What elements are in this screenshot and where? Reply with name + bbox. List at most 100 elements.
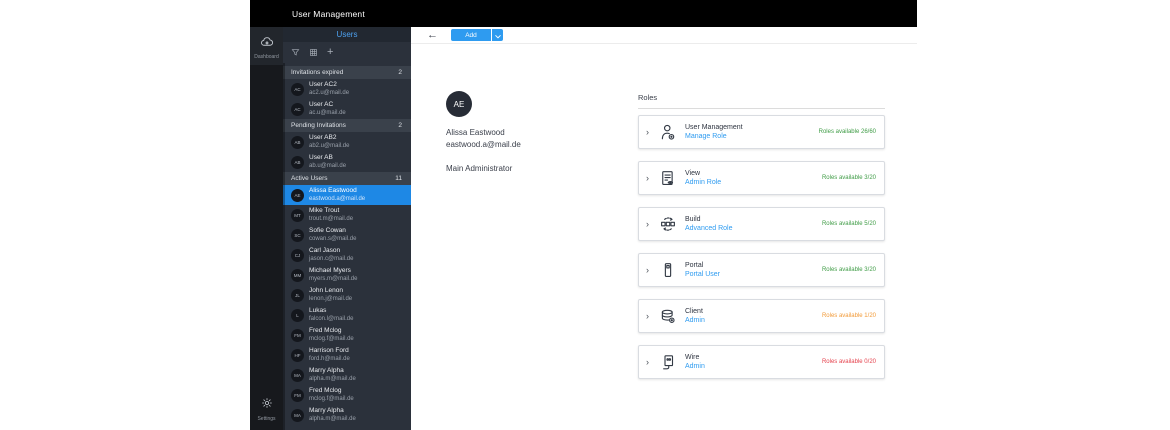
user-name: User AB: [309, 154, 333, 162]
user-email: mclog.f@mail.de: [309, 395, 354, 402]
user-email: falcon.l@mail.de: [309, 315, 354, 322]
user-text: Marry Alpha alpha.m@mail.de: [309, 407, 356, 423]
top-bar: User Management: [250, 0, 917, 27]
filter-icon[interactable]: [291, 44, 300, 62]
rail-item-dashboard[interactable]: Dashboard: [250, 27, 283, 65]
add-user-icon[interactable]: +: [327, 47, 333, 58]
role-card-text: User Management Manage Role: [680, 124, 819, 140]
app-window: User Management Dashboard Settings Users…: [250, 0, 917, 430]
role-title: Wire: [685, 354, 700, 361]
roles-available-status: Roles available 26/60: [818, 129, 876, 135]
section-label: Active Users: [291, 175, 328, 182]
role-card[interactable]: › Portal Portal User Roles available 3/20: [638, 253, 885, 287]
role-link[interactable]: Manage Role: [685, 133, 819, 140]
user-email: ab.u@mail.de: [309, 162, 347, 169]
list-item-user[interactable]: CJ Carl Jason jason.c@mail.de: [283, 245, 411, 265]
list-item-user[interactable]: L Lukas falcon.l@mail.de: [283, 305, 411, 325]
user-section-header[interactable]: Invitations expired 2: [283, 66, 411, 79]
user-section-header[interactable]: Active Users 11: [283, 172, 411, 185]
user-text: Carl Jason jason.c@mail.de: [309, 247, 353, 263]
user-name: User AB2: [309, 134, 337, 142]
user-text: Harrison Ford ford.h@mail.de: [309, 347, 350, 363]
sidebar-title-label: Users: [336, 30, 358, 39]
section-count: 2: [398, 69, 402, 76]
role-card[interactable]: › Build Advanced Role Roles available 5/20: [638, 207, 885, 241]
avatar: CJ: [291, 248, 304, 262]
avatar: MT: [291, 208, 304, 222]
list-item-user[interactable]: HF Harrison Ford ford.h@mail.de: [283, 345, 411, 365]
list-item-user[interactable]: AC User AC2 ac2.u@mail.de: [283, 79, 411, 99]
role-link[interactable]: Admin Role: [685, 179, 822, 186]
role-card-text: Client Admin: [680, 308, 822, 324]
list-item-user[interactable]: AB User AB ab.u@mail.de: [283, 152, 411, 172]
chevron-down-icon: [494, 26, 501, 44]
chevron-right-icon[interactable]: ›: [639, 219, 656, 229]
avatar: AB: [291, 135, 304, 149]
role-card[interactable]: › User Management Manage Role Roles availab…: [638, 115, 885, 149]
rail-item-label: Settings: [257, 416, 276, 422]
avatar: MA: [291, 408, 304, 422]
list-item-user[interactable]: SC Sofie Cowan cowan.s@mail.de: [283, 225, 411, 245]
user-name: John Lenon: [309, 287, 343, 295]
user-list: Invitations expired 2 AC User AC2 ac2.u@mail…: [283, 63, 411, 430]
chevron-right-icon[interactable]: ›: [639, 265, 656, 275]
list-item-user[interactable]: AC User AC ac.u@mail.de: [283, 99, 411, 119]
chevron-right-icon[interactable]: ›: [639, 173, 656, 183]
main-panel: ← Add AE Alissa Eastwood eastwood.a@mail…: [411, 27, 917, 430]
user-email: ab2.u@mail.de: [309, 142, 350, 149]
avatar: AC: [291, 102, 304, 116]
list-item-user[interactable]: FM Fred Mclog mclog.f@mail.de: [283, 325, 411, 345]
role-link[interactable]: Admin: [685, 317, 822, 324]
user-email: alpha.m@mail.de: [309, 415, 356, 422]
user-name: Lukas: [309, 307, 327, 315]
chevron-right-icon[interactable]: ›: [639, 311, 656, 321]
section-count: 2: [398, 122, 402, 129]
user-email: ford.h@mail.de: [309, 355, 350, 362]
chevron-right-icon[interactable]: ›: [639, 127, 656, 137]
portal-icon: [656, 261, 680, 279]
user-name: Marry Alpha: [309, 367, 344, 375]
role-card[interactable]: › View Admin Role Roles available 3/20: [638, 161, 885, 195]
list-item-user[interactable]: MM Michael Myers myers.m@mail.de: [283, 265, 411, 285]
rail-item-settings[interactable]: Settings: [250, 389, 283, 430]
role-link[interactable]: Admin: [685, 363, 822, 370]
list-item-user[interactable]: MT Mike Trout trout.m@mail.de: [283, 205, 411, 225]
list-item-user[interactable]: AB User AB2 ab2.u@mail.de: [283, 132, 411, 152]
user-text: Michael Myers myers.m@mail.de: [309, 267, 357, 283]
user-name: Fred Mclog: [309, 327, 342, 335]
add-dropdown-button[interactable]: [492, 29, 503, 41]
user-text: Fred Mclog mclog.f@mail.de: [309, 327, 354, 343]
user-email: cowan.s@mail.de: [309, 235, 357, 242]
list-item-user[interactable]: FM Fred Mclog mclog.f@mail.de: [283, 385, 411, 405]
user-text: Mike Trout trout.m@mail.de: [309, 207, 353, 223]
avatar: FM: [291, 388, 304, 402]
back-arrow-icon[interactable]: ←: [427, 29, 438, 41]
main-toolbar: ← Add: [411, 27, 917, 44]
profile-name: Alissa Eastwood: [446, 128, 505, 137]
role-card[interactable]: › Client Admin Roles available 1/20: [638, 299, 885, 333]
list-item-user[interactable]: JL John Lenon lenon.j@mail.de: [283, 285, 411, 305]
view-icon: [656, 169, 680, 187]
chevron-right-icon[interactable]: ›: [639, 357, 656, 367]
grid-view-icon[interactable]: [309, 44, 318, 62]
role-card-text: Wire Admin: [680, 354, 822, 370]
list-item-user[interactable]: AE Alissa Eastwood eastwood.a@mail.de: [283, 185, 411, 205]
user-name: User AC2: [309, 81, 337, 89]
role-link[interactable]: Portal User: [685, 271, 822, 278]
list-item-user[interactable]: MA Marry Alpha alpha.m@mail.de: [283, 365, 411, 385]
role-card[interactable]: › Wire Admin Roles available 0/20: [638, 345, 885, 379]
add-button[interactable]: Add: [451, 29, 491, 41]
left-rail: Dashboard Settings: [250, 27, 283, 430]
user-section-header[interactable]: Pending Invitations 2: [283, 119, 411, 132]
user-email: eastwood.a@mail.de: [309, 195, 366, 202]
user-email: ac.u@mail.de: [309, 109, 346, 116]
user-name: Fred Mclog: [309, 387, 342, 395]
list-item-user[interactable]: MA Marry Alpha alpha.m@mail.de: [283, 405, 411, 425]
user-name: Harrison Ford: [309, 347, 349, 355]
user-text: User AC ac.u@mail.de: [309, 101, 346, 117]
role-link[interactable]: Advanced Role: [685, 225, 822, 232]
user-text: User AC2 ac2.u@mail.de: [309, 81, 349, 97]
roles-available-status: Roles available 0/20: [821, 359, 876, 365]
user-email: jason.c@mail.de: [309, 255, 354, 262]
avatar: AE: [291, 188, 304, 202]
